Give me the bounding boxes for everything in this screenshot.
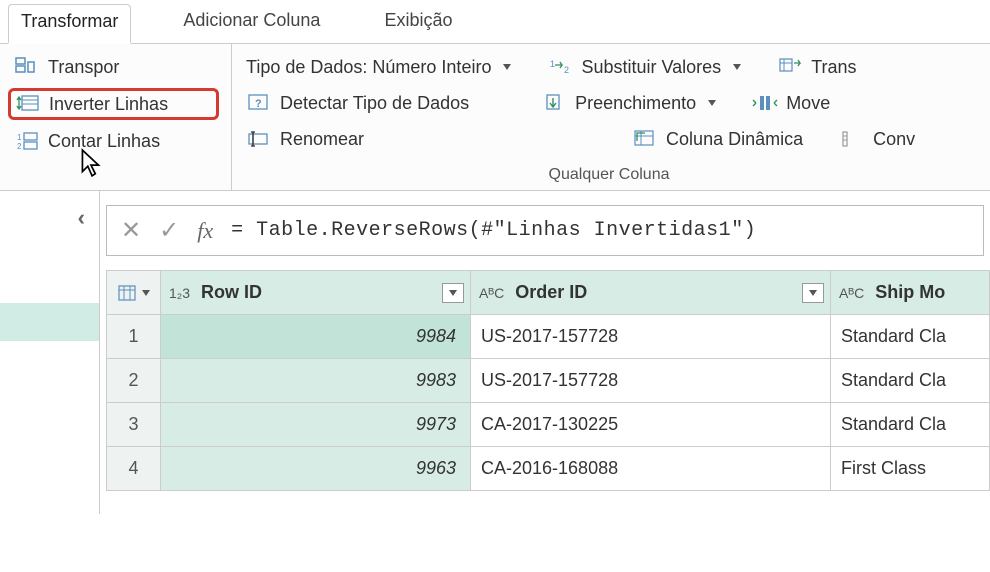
collapse-panel-button[interactable]: ‹ [78, 191, 99, 237]
row-index: 3 [107, 403, 161, 447]
transpose-columns-button[interactable]: Trans [771, 52, 862, 82]
rename-label: Renomear [280, 129, 364, 150]
table-row[interactable]: 4 9963 CA-2016-168088 First Class [107, 447, 990, 491]
data-grid: 1₂3 Row ID AᴮC Order ID AᴮC Ship Mo [100, 270, 990, 514]
accept-formula-button[interactable]: ✓ [159, 216, 179, 245]
move-icon [752, 92, 778, 114]
chevron-down-icon [708, 100, 716, 106]
rename-button[interactable]: Renomear [240, 124, 370, 154]
tab-transform[interactable]: Transformar [8, 4, 131, 44]
count-rows-icon: 1 2 [14, 130, 40, 152]
column-name: Order ID [515, 282, 587, 302]
queries-panel: ‹ [0, 191, 100, 514]
column-header-order-id[interactable]: AᴮC Order ID [471, 271, 831, 315]
reverse-rows-button[interactable]: Inverter Linhas [8, 88, 219, 120]
transpose-label: Transpor [48, 57, 119, 78]
ribbon-group-any-column: Tipo de Dados: Número Inteiro 1 2 Substi… [232, 44, 990, 190]
detect-type-icon: ? [246, 92, 272, 114]
table-row[interactable]: 1 9984 US-2017-157728 Standard Cla [107, 315, 990, 359]
svg-text:2: 2 [17, 142, 22, 151]
cell-row-id[interactable]: 9973 [161, 403, 471, 447]
content-area: ‹ ✕ ✓ fx = Table.ReverseRows(#"Linhas In… [0, 191, 990, 514]
replace-values-icon: 1 2 [547, 56, 573, 78]
transpose-button[interactable]: Transpor [8, 52, 219, 82]
column-filter-button[interactable] [442, 283, 464, 303]
ribbon-group-table: Transpor Inverter Linhas 1 2 [0, 44, 232, 190]
cell-order-id[interactable]: CA-2017-130225 [471, 403, 831, 447]
reverse-rows-icon [15, 93, 41, 115]
column-filter-button[interactable] [802, 283, 824, 303]
svg-text:1: 1 [17, 133, 22, 142]
formula-input[interactable]: = Table.ReverseRows(#"Linhas Invertidas1… [231, 219, 756, 242]
ribbon: Transpor Inverter Linhas 1 2 [0, 44, 990, 191]
query-item-selected[interactable] [0, 303, 99, 341]
ribbon-tabs: Transformar Adicionar Coluna Exibição [0, 0, 990, 44]
fill-button[interactable]: Preenchimento [535, 88, 722, 118]
tab-view[interactable]: Exibição [372, 4, 464, 43]
group-label-any-column: Qualquer Coluna [240, 154, 978, 184]
editor-panel: ✕ ✓ fx = Table.ReverseRows(#"Linhas Inve… [100, 191, 990, 514]
fill-icon [541, 92, 567, 114]
column-name: Row ID [201, 282, 262, 302]
data-type-button[interactable]: Tipo de Dados: Número Inteiro [240, 53, 517, 82]
cell-ship[interactable]: Standard Cla [831, 403, 990, 447]
chevron-down-icon [503, 64, 511, 70]
text-type-icon: AᴮC [479, 285, 504, 301]
cell-ship[interactable]: Standard Cla [831, 359, 990, 403]
detect-type-label: Detectar Tipo de Dados [280, 93, 469, 114]
formula-bar: ✕ ✓ fx = Table.ReverseRows(#"Linhas Inve… [106, 205, 984, 256]
chevron-down-icon [142, 290, 150, 296]
tab-add-column[interactable]: Adicionar Coluna [171, 4, 332, 43]
cell-row-id[interactable]: 9983 [161, 359, 471, 403]
move-label: Move [786, 93, 830, 114]
column-name: Ship Mo [875, 282, 945, 302]
chevron-down-icon [733, 64, 741, 70]
data-type-label: Tipo de Dados: Número Inteiro [246, 57, 491, 78]
table-row[interactable]: 2 9983 US-2017-157728 Standard Cla [107, 359, 990, 403]
pivot-label: Coluna Dinâmica [666, 129, 803, 150]
reverse-rows-label: Inverter Linhas [49, 94, 168, 115]
cell-row-id[interactable]: 9963 [161, 447, 471, 491]
transpose-columns-icon [777, 56, 803, 78]
cell-order-id[interactable]: CA-2016-168088 [471, 447, 831, 491]
count-rows-label: Contar Linhas [48, 131, 160, 152]
table-icon [118, 285, 136, 301]
column-header-ship-mode[interactable]: AᴮC Ship Mo [831, 271, 990, 315]
column-header-row-id[interactable]: 1₂3 Row ID [161, 271, 471, 315]
row-index: 1 [107, 315, 161, 359]
fx-icon: fx [197, 218, 213, 244]
transpose-columns-label: Trans [811, 57, 856, 78]
cell-ship[interactable]: Standard Cla [831, 315, 990, 359]
cell-row-id[interactable]: 9984 [161, 315, 471, 359]
convert-label: Conv [873, 129, 915, 150]
svg-text:1: 1 [550, 59, 555, 69]
cell-order-id[interactable]: US-2017-157728 [471, 359, 831, 403]
table-row[interactable]: 3 9973 CA-2017-130225 Standard Cla [107, 403, 990, 447]
detect-type-button[interactable]: ? Detectar Tipo de Dados [240, 88, 475, 118]
move-button[interactable]: Move [746, 88, 836, 118]
convert-button[interactable]: Conv [833, 124, 921, 154]
transpose-icon [14, 56, 40, 78]
row-index: 2 [107, 359, 161, 403]
cell-ship[interactable]: First Class [831, 447, 990, 491]
cancel-formula-button[interactable]: ✕ [121, 216, 141, 245]
replace-values-button[interactable]: 1 2 Substituir Valores [541, 52, 747, 82]
text-type-icon: AᴮC [839, 285, 864, 301]
pivot-button[interactable]: Coluna Dinâmica [626, 124, 809, 154]
table-corner[interactable] [107, 271, 161, 315]
cell-order-id[interactable]: US-2017-157728 [471, 315, 831, 359]
convert-icon [839, 128, 865, 150]
rename-icon [246, 128, 272, 150]
replace-values-label: Substituir Valores [581, 57, 721, 78]
svg-text:?: ? [255, 98, 262, 110]
number-type-icon: 1₂3 [169, 285, 190, 301]
pivot-icon [632, 128, 658, 150]
fill-label: Preenchimento [575, 93, 696, 114]
row-index: 4 [107, 447, 161, 491]
svg-text:2: 2 [564, 65, 569, 75]
count-rows-button[interactable]: 1 2 Contar Linhas [8, 126, 219, 156]
